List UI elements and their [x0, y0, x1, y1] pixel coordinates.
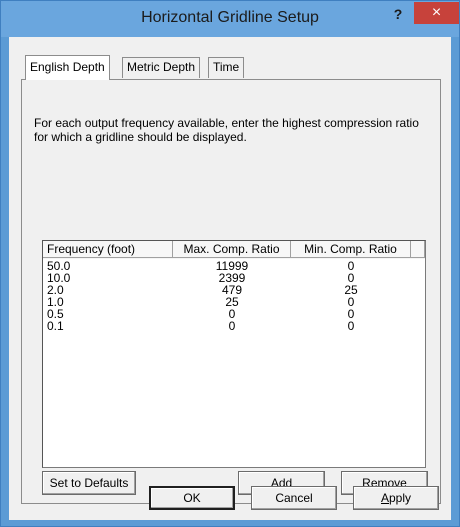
tab-time[interactable]: Time [208, 57, 245, 78]
apply-label-rest: pply [389, 491, 412, 505]
dialog-client-area: English Depth Metric Depth Time For each… [9, 37, 451, 520]
column-header-filler [411, 241, 425, 258]
list-header: Frequency (foot) Max. Comp. Ratio Min. C… [43, 241, 425, 259]
min-ratio-cell: 0 [347, 319, 355, 333]
column-header-max-ratio[interactable]: Max. Comp. Ratio [173, 241, 291, 258]
set-to-defaults-button[interactable]: Set to Defaults [42, 471, 136, 495]
dialog-window: Horizontal Gridline Setup ? × English De… [0, 0, 460, 527]
close-button[interactable]: × [414, 2, 459, 24]
list-body: 50.0 11999 0 10.0 2399 0 2.0 479 25 1.0 … [43, 260, 425, 332]
help-button[interactable]: ? [384, 4, 412, 26]
gridline-list[interactable]: Frequency (foot) Max. Comp. Ratio Min. C… [42, 240, 426, 468]
column-header-frequency[interactable]: Frequency (foot) [43, 241, 173, 258]
cancel-button[interactable]: Cancel [251, 486, 337, 510]
close-icon: × [431, 4, 442, 21]
instructions-text: For each output frequency available, ent… [34, 116, 419, 144]
ok-button[interactable]: OK [149, 486, 235, 510]
tab-english-depth[interactable]: English Depth [25, 55, 110, 80]
apply-button[interactable]: Apply [353, 486, 439, 510]
frequency-cell: 0.1 [47, 319, 64, 333]
max-ratio-cell: 0 [228, 319, 236, 333]
english-depth-panel: For each output frequency available, ent… [21, 79, 441, 504]
table-row[interactable]: 0.1 0 0 [43, 320, 425, 332]
tab-metric-depth[interactable]: Metric Depth [122, 57, 201, 78]
column-header-min-ratio[interactable]: Min. Comp. Ratio [291, 241, 411, 258]
title-bar[interactable]: Horizontal Gridline Setup ? × [1, 1, 459, 37]
apply-mnemonic: A [380, 491, 389, 505]
